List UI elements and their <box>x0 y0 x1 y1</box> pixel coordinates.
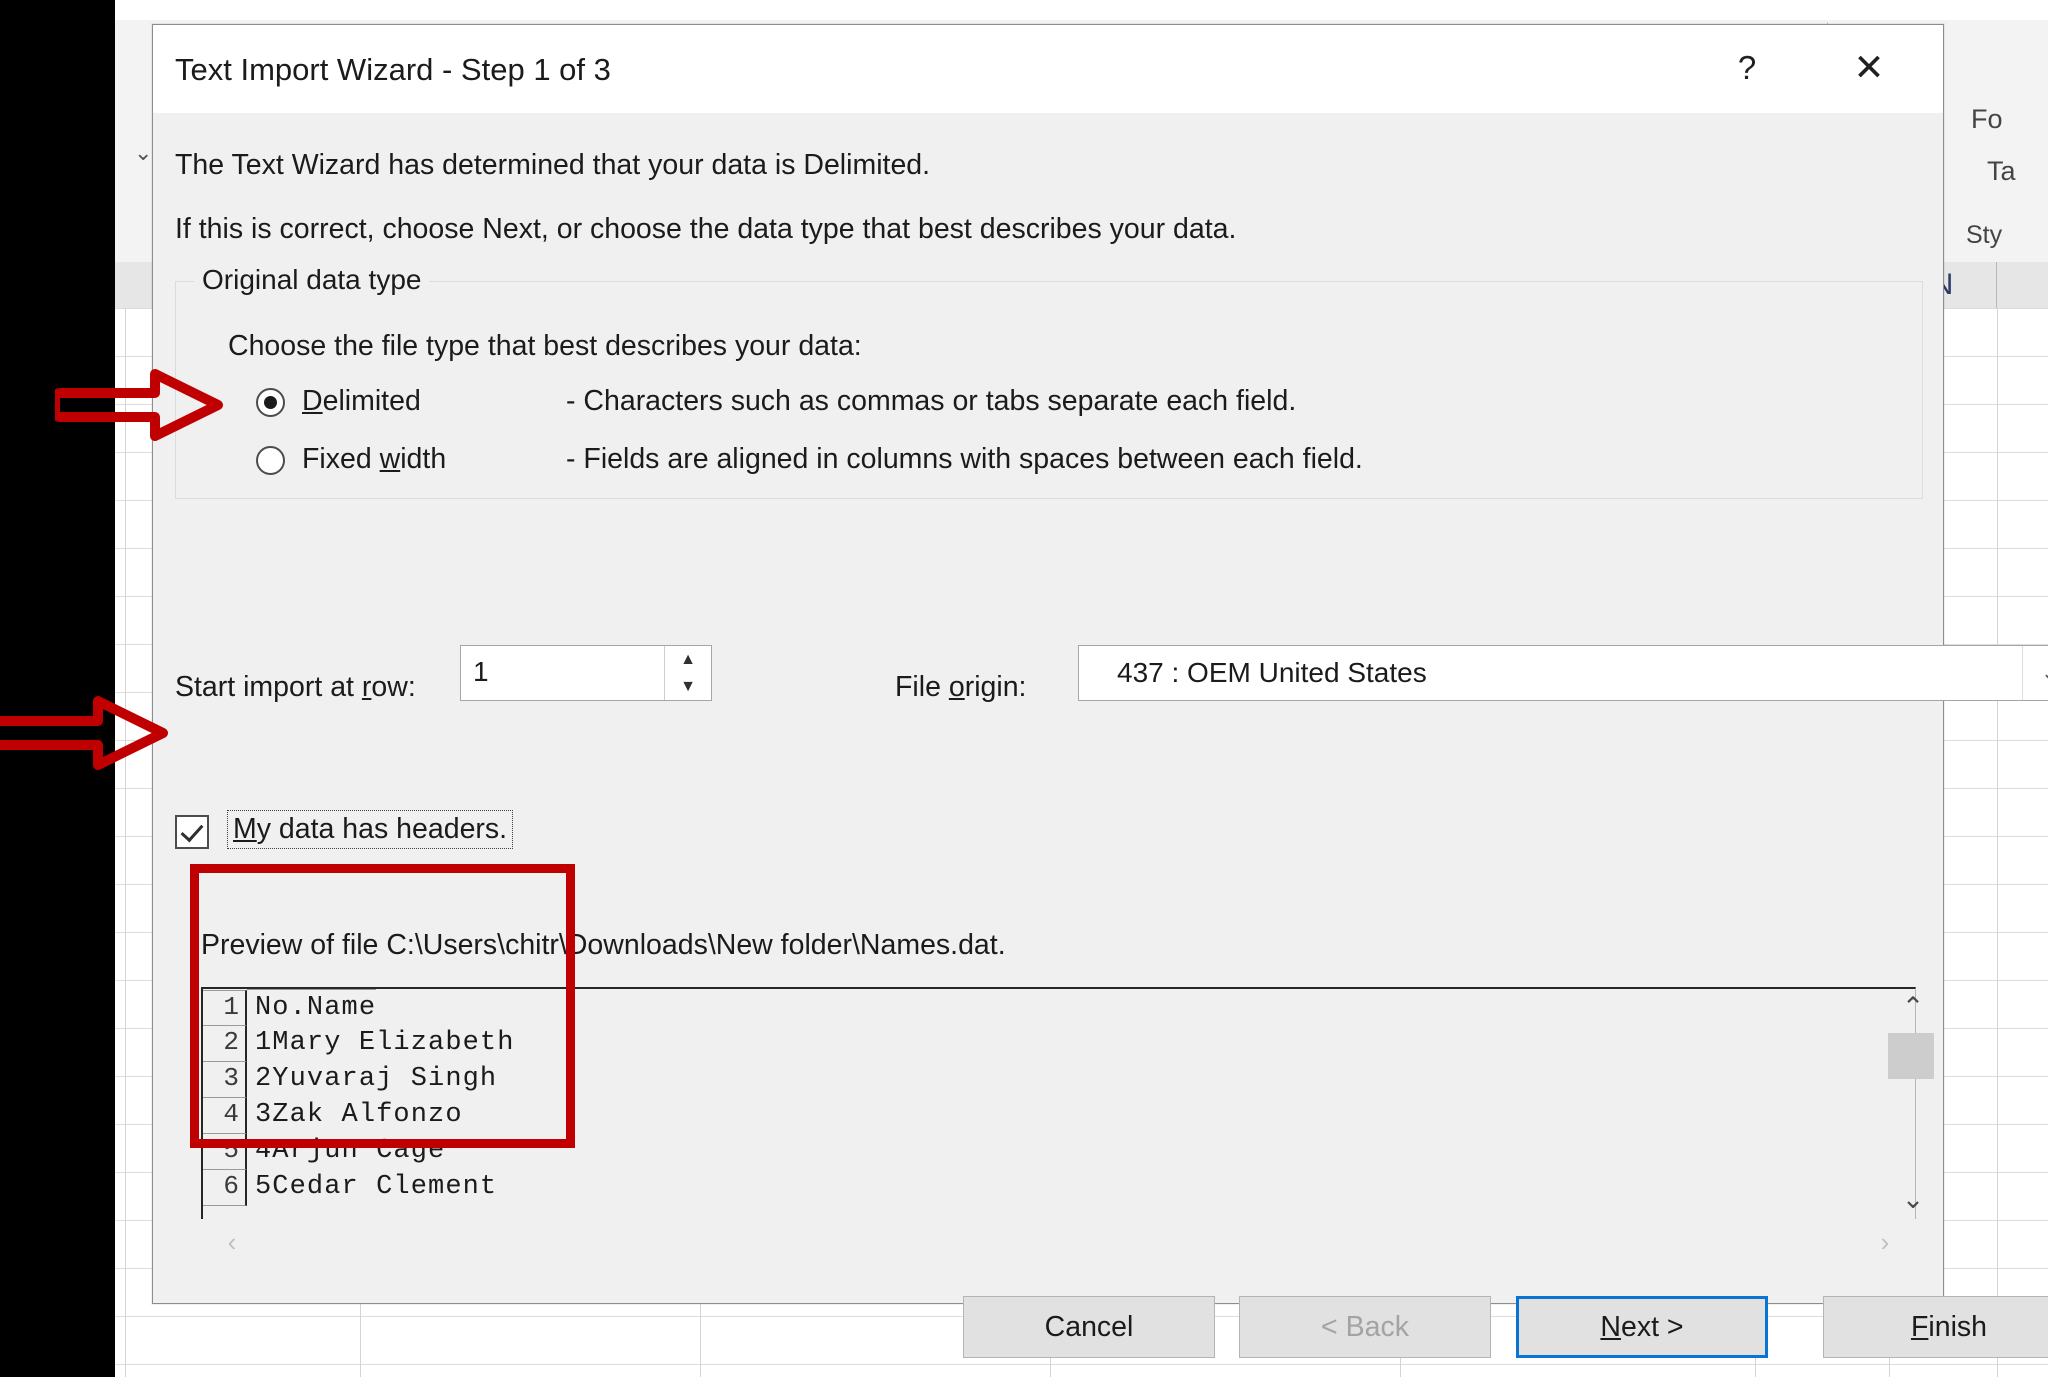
group-legend: Original data type <box>194 264 430 296</box>
fixed-width-label-rest: idth <box>400 443 447 475</box>
start-row-label-post: ow: <box>371 671 416 703</box>
preview-row: 5 4Arjun Cage <box>203 1133 515 1170</box>
next-label-rest: ext > <box>1621 1311 1684 1343</box>
next-accel-key: N <box>1600 1311 1621 1343</box>
preview-rows: 1 No.Name 2 1Mary Elizabeth 3 2Yuvaraj Sing… <box>203 989 515 1206</box>
preview-row: 2 1Mary Elizabeth <box>203 1025 515 1062</box>
grid-col-line <box>1997 308 1998 1377</box>
preview-row-number: 5 <box>203 1134 247 1170</box>
preview-vertical-scrollbar[interactable]: ⌃ ⌄ <box>1882 987 1944 1219</box>
delimited-accel-key: D <box>302 385 323 417</box>
close-icon[interactable]: ✕ <box>1825 35 1913 101</box>
stepper-down-icon[interactable]: ▼ <box>665 673 711 700</box>
fixed-width-accel-key: w <box>379 443 401 475</box>
preview-row: 1 No.Name <box>203 989 515 1026</box>
help-icon[interactable]: ? <box>1703 35 1791 101</box>
checkbox-checked-icon[interactable] <box>175 815 209 849</box>
start-row-input[interactable]: 1 <box>473 656 489 688</box>
dialog-body: The Text Wizard has determined that your… <box>153 113 2048 1358</box>
preview-row: 6 5Cedar Clement <box>203 1169 515 1206</box>
headers-accel-key: M <box>233 813 257 845</box>
next-button[interactable]: Next > <box>1516 1296 1768 1358</box>
choose-file-type-label: Choose the file type that best describes… <box>228 330 862 362</box>
scroll-down-icon[interactable]: ⌄ <box>1882 1179 1944 1219</box>
file-origin-value: 437 : OEM United States <box>1117 657 1427 688</box>
wizard-paragraph-1: The Text Wizard has determined that your… <box>175 149 931 181</box>
preview-row: 3 2Yuvaraj Singh <box>203 1061 515 1098</box>
text-import-wizard-dialog: Text Import Wizard - Step 1 of 3 ? ✕ The… <box>152 24 2048 1358</box>
delimited-radio-label: Delimited <box>302 385 421 418</box>
preview-row-text: 4Arjun Cage <box>255 1136 446 1166</box>
preview-horizontal-scrollbar[interactable]: ‹ › <box>201 1219 1916 1265</box>
delimited-label-rest: elimited <box>322 385 421 417</box>
preview-row-text: No.Name <box>247 989 377 1026</box>
headers-checkbox-label[interactable]: My data has headers. <box>227 810 514 849</box>
finish-accel-key: F <box>1910 1311 1929 1343</box>
cancel-button[interactable]: Cancel <box>963 1296 1215 1358</box>
finish-label-rest: inish <box>1928 1311 1988 1343</box>
grid-col-line <box>125 308 126 1377</box>
ribbon-top-strip <box>115 0 2048 20</box>
stepper-buttons[interactable]: ▲ ▼ <box>664 646 711 700</box>
scroll-right-icon[interactable]: › <box>1860 1219 1910 1265</box>
stepper-up-icon[interactable]: ▲ <box>665 646 711 673</box>
preview-row-text: 1Mary Elizabeth <box>255 1028 515 1058</box>
grid-row-line <box>115 1364 2048 1365</box>
radio-selected-icon[interactable] <box>256 388 285 417</box>
radio-unselected-icon[interactable] <box>256 446 285 475</box>
start-row-stepper[interactable]: 1 ▲ ▼ <box>460 645 712 701</box>
headers-label-rest: y data has headers. <box>256 813 508 845</box>
preview-row-number: 2 <box>203 1026 247 1062</box>
preview-row-text: 3Zak Alfonzo <box>255 1100 463 1130</box>
dialog-titlebar: Text Import Wizard - Step 1 of 3 ? ✕ <box>153 25 1943 113</box>
fixed-width-label-pre: Fixed <box>302 443 380 475</box>
ribbon-fragment-1: Fo <box>1971 104 2003 134</box>
fixed-width-radio-label: Fixed width <box>302 443 446 476</box>
scroll-left-icon[interactable]: ‹ <box>207 1219 257 1265</box>
preview-row-number: 1 <box>203 990 247 1026</box>
preview-row-number: 4 <box>203 1098 247 1134</box>
file-origin-label-post: rigin: <box>964 671 1027 703</box>
file-origin-label-pre: File <box>895 671 949 703</box>
preview-row: 4 3Zak Alfonzo <box>203 1097 515 1134</box>
preview-caption: Preview of file C:\Users\chitr\Downloads… <box>201 929 1006 961</box>
preview-row-text: 2Yuvaraj Singh <box>255 1064 498 1094</box>
preview-pane[interactable]: 1 No.Name 2 1Mary Elizabeth 3 2Yuvaraj Sing… <box>201 987 1916 1219</box>
chevron-down-icon[interactable]: ⌄ <box>134 140 152 166</box>
finish-button[interactable]: Finish <box>1823 1296 2048 1358</box>
file-origin-select[interactable]: 437 : OEM United States ⌄ <box>1078 645 2048 701</box>
preview-row-number: 6 <box>203 1170 247 1206</box>
scroll-up-icon[interactable]: ⌃ <box>1882 987 1944 1027</box>
delimited-description: - Characters such as commas or tabs sepa… <box>566 385 1297 417</box>
start-row-accel-key: r <box>361 671 372 703</box>
fixed-width-description: - Fields are aligned in columns with spa… <box>566 443 1363 475</box>
file-origin-label: File origin: <box>895 671 1026 704</box>
wizard-paragraph-2: If this is correct, choose Next, or choo… <box>175 213 1237 245</box>
start-import-at-row-label: Start import at row: <box>175 671 416 704</box>
back-button[interactable]: < Back <box>1239 1296 1491 1358</box>
file-origin-accel-key: o <box>948 671 965 703</box>
original-data-type-group: Original data type Choose the file type … <box>175 264 1923 499</box>
ribbon-fragment-4: Sty <box>1966 221 2003 249</box>
preview-row-text: 5Cedar Clement <box>255 1172 498 1202</box>
preview-row-number: 3 <box>203 1062 247 1098</box>
dialog-title: Text Import Wizard - Step 1 of 3 <box>175 52 611 87</box>
start-row-label-pre: Start import at <box>175 671 362 703</box>
ribbon-fragment-3: Ta <box>1987 156 2016 186</box>
chevron-down-icon[interactable]: ⌄ <box>2022 646 2048 700</box>
scrollbar-thumb[interactable] <box>1888 1033 1934 1079</box>
